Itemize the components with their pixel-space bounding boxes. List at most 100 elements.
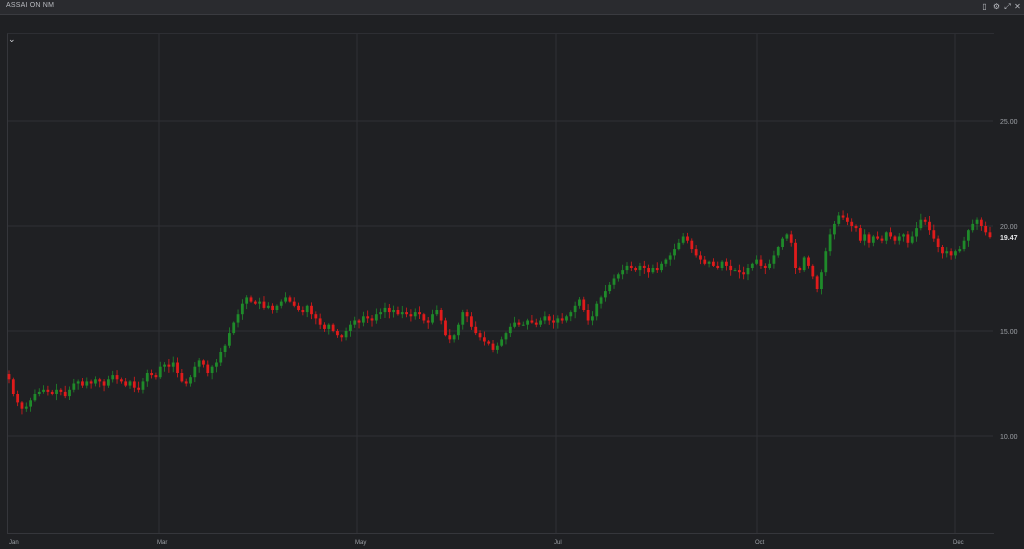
candle-body xyxy=(923,219,927,222)
candle-body xyxy=(323,324,326,329)
candle-body xyxy=(439,310,443,321)
candle-body xyxy=(491,343,495,350)
candlestick-chart[interactable]: 10.00 15.00 20.00 25.00 Jan Mar May Jul Oct Dec 19… xyxy=(0,0,1024,549)
candle-body xyxy=(677,242,681,250)
candle-body xyxy=(850,221,854,226)
candle-body xyxy=(776,247,780,256)
candle-body xyxy=(50,391,54,394)
candle-body xyxy=(11,379,15,394)
candle-body xyxy=(526,320,529,325)
candle-body xyxy=(240,303,244,315)
candle-body xyxy=(422,314,426,321)
candle-body xyxy=(310,305,313,315)
candle-body xyxy=(616,274,620,279)
candle-body xyxy=(314,314,318,319)
candle-body xyxy=(418,312,421,315)
candle-body xyxy=(552,320,555,323)
candle-body xyxy=(794,242,797,268)
candle-body xyxy=(33,394,37,401)
candle-body xyxy=(638,265,642,271)
candle-body xyxy=(392,310,396,313)
candle-body xyxy=(599,297,603,304)
candle-body xyxy=(949,251,953,256)
candle-body xyxy=(595,303,599,317)
candle-body xyxy=(85,381,89,386)
candle-body xyxy=(871,236,875,243)
candle-body xyxy=(556,318,560,323)
candle-body xyxy=(353,320,357,325)
x-tick-label: Dec xyxy=(953,540,964,546)
candle-body xyxy=(340,335,344,338)
candle-body xyxy=(591,316,594,321)
candle-body xyxy=(176,362,179,373)
candle-body xyxy=(29,400,33,407)
candle-body xyxy=(258,301,262,304)
candle-body xyxy=(828,234,832,252)
candle-body xyxy=(889,232,893,237)
candle-body xyxy=(984,226,988,233)
candle-body xyxy=(673,249,676,256)
candle-body xyxy=(102,381,106,386)
candle-body xyxy=(132,381,136,388)
candle-body xyxy=(807,257,810,266)
candle-body xyxy=(171,362,175,367)
candle-body xyxy=(703,259,707,264)
candle-body xyxy=(16,394,20,403)
candle-body xyxy=(361,316,365,323)
candle-body xyxy=(966,230,970,241)
candle-body xyxy=(578,299,581,306)
candle-body xyxy=(755,259,759,264)
candle-body xyxy=(344,331,348,338)
candle-body xyxy=(292,301,296,306)
candle-body xyxy=(327,324,331,329)
candle-body xyxy=(660,263,663,271)
candle-body xyxy=(521,324,525,326)
candle-body xyxy=(42,389,45,392)
candle-body xyxy=(279,301,283,306)
candle-body xyxy=(603,291,607,298)
candle-body xyxy=(945,251,949,254)
candle-body xyxy=(370,318,374,321)
candle-body xyxy=(772,255,776,264)
candle-body xyxy=(387,307,391,313)
candle-body xyxy=(487,341,491,344)
candle-body xyxy=(988,232,992,238)
chart-window: ASSAI ON NM ▯ ⚙ ⤢ ✕ ⌄ 10.00 15.00 20.00 25.… xyxy=(0,0,1024,549)
candle-body xyxy=(655,268,659,271)
candle-body xyxy=(785,234,789,239)
candle-body xyxy=(824,251,828,273)
candle-body xyxy=(539,320,542,325)
candle-body xyxy=(608,284,612,292)
candle-body xyxy=(124,381,128,386)
candle-body xyxy=(897,236,901,241)
candle-body xyxy=(435,310,439,315)
candle-body xyxy=(180,373,184,382)
x-tick-label: Jul xyxy=(554,540,562,546)
candle-body xyxy=(975,219,979,224)
candle-body xyxy=(482,337,486,342)
y-tick-label: 15.00 xyxy=(1000,329,1018,336)
candle-body xyxy=(565,316,568,321)
candle-body xyxy=(400,312,404,315)
candle-body xyxy=(288,297,292,302)
candle-body xyxy=(845,217,849,222)
candle-body xyxy=(219,352,223,363)
x-tick-label: May xyxy=(355,540,366,546)
candle-body xyxy=(318,318,322,325)
candle-body xyxy=(530,320,534,323)
candle-body xyxy=(119,379,123,382)
candle-body xyxy=(336,331,339,336)
candle-body xyxy=(928,221,931,231)
candle-body xyxy=(465,312,469,317)
candle-body xyxy=(798,268,802,271)
candle-body xyxy=(197,360,201,367)
candle-body xyxy=(811,265,815,277)
candle-body xyxy=(452,335,456,340)
candle-body xyxy=(833,223,836,235)
candle-body xyxy=(902,234,905,237)
candle-body xyxy=(275,305,279,310)
candle-body xyxy=(115,375,119,380)
candle-body xyxy=(271,305,275,310)
candle-body xyxy=(500,339,504,346)
candle-body xyxy=(720,261,724,268)
